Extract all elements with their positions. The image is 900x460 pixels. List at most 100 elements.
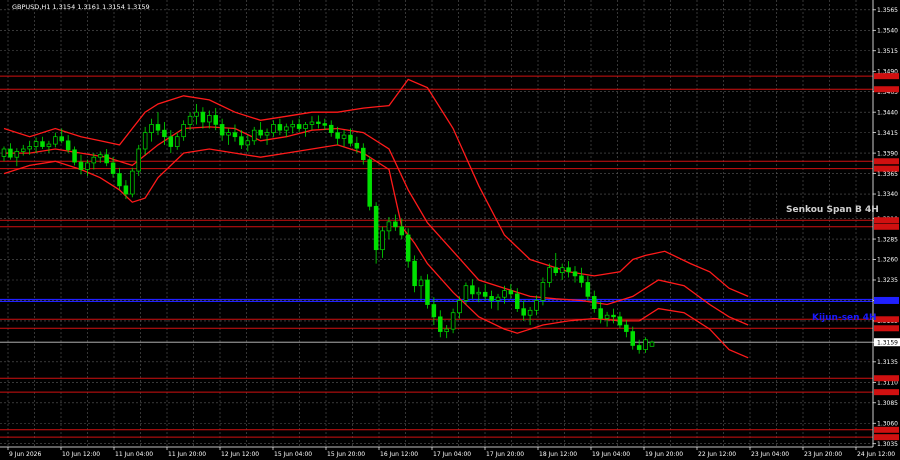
candle-body xyxy=(489,296,494,301)
candle-body xyxy=(27,146,32,150)
candle xyxy=(367,156,372,211)
candle-body xyxy=(547,267,552,283)
candle-body xyxy=(348,134,353,144)
time-tick-label: 12 Jun 12:00 xyxy=(221,451,259,458)
current-price-label: 1.3159 xyxy=(877,339,898,346)
candle-body xyxy=(33,141,39,147)
time-tick-label: 10 Jun 12:00 xyxy=(62,451,100,458)
candle-body xyxy=(328,124,334,133)
price-tick-label: 1.3565 xyxy=(877,7,898,14)
price-tick-label: 1.3390 xyxy=(877,150,898,157)
price-tick-label: 1.3515 xyxy=(877,48,898,55)
price-tick-label: 1.3415 xyxy=(877,130,898,137)
time-tick-label: 11 Jun 20:00 xyxy=(168,451,206,458)
candle-body xyxy=(572,271,578,277)
candle-body xyxy=(508,290,514,295)
candle-body xyxy=(611,314,616,318)
candle-body xyxy=(553,267,559,273)
candle-body xyxy=(53,136,58,145)
candle-body xyxy=(495,296,501,301)
kijun-sen-label: Kijun-sen 4H xyxy=(812,313,877,323)
candle-body xyxy=(142,132,148,150)
candle-body xyxy=(470,285,475,295)
candle-body xyxy=(104,154,109,164)
candle-body xyxy=(130,170,135,195)
time-tick-label: 19 Jun 04:00 xyxy=(592,451,630,458)
candle-body xyxy=(251,129,257,142)
candle-body xyxy=(213,115,218,125)
chart-background xyxy=(0,0,900,460)
candle-body xyxy=(393,221,398,228)
time-tick-label: 9 Jun 2026 xyxy=(9,451,41,458)
candle-body xyxy=(322,123,328,126)
candle-body xyxy=(482,291,488,297)
level-tag xyxy=(874,325,899,332)
candle-body xyxy=(412,260,417,287)
candle-body xyxy=(149,124,154,133)
level-tag xyxy=(874,389,899,396)
candle-body xyxy=(258,129,263,136)
candle-body xyxy=(585,282,591,297)
candle-body xyxy=(425,279,430,305)
candle-body xyxy=(110,162,116,174)
level-tag xyxy=(874,86,899,93)
candle-body xyxy=(40,141,45,147)
candle-body xyxy=(566,267,571,273)
candle-body xyxy=(284,126,289,131)
candle-body xyxy=(502,290,507,298)
candle-body xyxy=(559,267,565,273)
price-chart: 1.35651.35401.35151.34901.34651.34401.34… xyxy=(0,0,900,460)
candle-body xyxy=(155,124,161,131)
candle-body xyxy=(187,115,193,125)
candle-body xyxy=(316,121,321,124)
candle-body xyxy=(598,308,603,319)
candle-body xyxy=(181,124,186,138)
candle-body xyxy=(264,132,270,136)
candle-body xyxy=(1,148,7,157)
level-tag xyxy=(874,426,899,433)
candle-body xyxy=(649,341,655,347)
candle-body xyxy=(463,285,469,301)
price-tick-label: 1.3060 xyxy=(877,420,898,427)
candle-body xyxy=(624,324,629,332)
candle-body xyxy=(162,129,167,138)
price-tick-label: 1.3285 xyxy=(877,236,898,243)
price-tick-label: 1.3540 xyxy=(877,27,898,34)
candle-body xyxy=(245,140,251,146)
candle-body xyxy=(361,147,366,160)
candle-body xyxy=(219,124,225,136)
candle-body xyxy=(540,282,546,301)
candle-body xyxy=(335,132,340,139)
candle-body xyxy=(450,312,456,330)
candle-body xyxy=(521,308,526,316)
candle-body xyxy=(309,121,315,125)
candle-body xyxy=(136,148,141,172)
candle-body xyxy=(534,300,539,311)
candle xyxy=(130,167,135,198)
time-tick-label: 18 Jun 12:00 xyxy=(539,451,577,458)
candle-body xyxy=(239,136,244,146)
candle-body xyxy=(290,124,295,128)
candle-body xyxy=(226,132,231,136)
candle-body xyxy=(123,185,129,195)
level-tag xyxy=(874,73,899,80)
candle-body xyxy=(630,331,636,346)
level-tag xyxy=(874,375,899,382)
candle-body xyxy=(72,149,77,163)
candle-body xyxy=(78,161,84,170)
time-tick-label: 17 Jun 20:00 xyxy=(486,451,524,458)
candle-body xyxy=(8,148,13,158)
candle-body xyxy=(85,162,90,170)
candle-body xyxy=(14,151,20,158)
price-tick-label: 1.3235 xyxy=(877,277,898,284)
candle-body xyxy=(296,124,302,129)
chart-title: GBPUSD,H1 1.3154 1.3161 1.3154 1.3159 xyxy=(12,3,150,11)
candle-body xyxy=(604,314,610,319)
candle-body xyxy=(380,230,385,251)
price-tick-label: 1.3085 xyxy=(877,400,898,407)
candle-body xyxy=(431,304,437,318)
candle-body xyxy=(200,111,206,123)
candle-body xyxy=(476,291,482,295)
candle-body xyxy=(194,111,199,117)
candle-body xyxy=(232,132,238,138)
